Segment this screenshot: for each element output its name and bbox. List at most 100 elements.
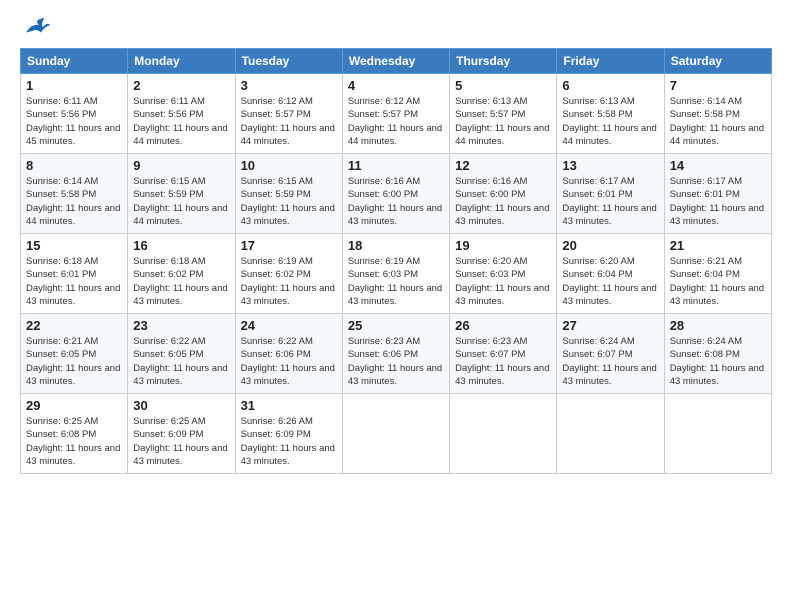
calendar-cell: 2 Sunrise: 6:11 AM Sunset: 5:56 PM Dayli… [128,74,235,154]
calendar-cell: 29 Sunrise: 6:25 AM Sunset: 6:08 PM Dayl… [21,394,128,474]
col-sunday: Sunday [21,49,128,74]
sunset-text: Sunset: 6:06 PM [348,348,444,361]
daylight-text: Daylight: 11 hours and 43 minutes. [562,202,658,229]
day-number: 18 [348,238,444,253]
sunrise-text: Sunrise: 6:26 AM [241,415,337,428]
calendar-cell: 16 Sunrise: 6:18 AM Sunset: 6:02 PM Dayl… [128,234,235,314]
sunrise-text: Sunrise: 6:13 AM [455,95,551,108]
sunset-text: Sunset: 6:08 PM [26,428,122,441]
calendar-cell: 26 Sunrise: 6:23 AM Sunset: 6:07 PM Dayl… [450,314,557,394]
sunset-text: Sunset: 5:58 PM [26,188,122,201]
sunset-text: Sunset: 6:05 PM [26,348,122,361]
calendar-week-row: 15 Sunrise: 6:18 AM Sunset: 6:01 PM Dayl… [21,234,772,314]
sunset-text: Sunset: 6:07 PM [455,348,551,361]
sunset-text: Sunset: 5:57 PM [241,108,337,121]
daylight-text: Daylight: 11 hours and 43 minutes. [670,202,766,229]
daylight-text: Daylight: 11 hours and 43 minutes. [133,362,229,389]
calendar-cell: 19 Sunrise: 6:20 AM Sunset: 6:03 PM Dayl… [450,234,557,314]
calendar-cell: 10 Sunrise: 6:15 AM Sunset: 5:59 PM Dayl… [235,154,342,234]
sunrise-text: Sunrise: 6:11 AM [26,95,122,108]
daylight-text: Daylight: 11 hours and 43 minutes. [26,362,122,389]
sunset-text: Sunset: 5:58 PM [670,108,766,121]
day-number: 30 [133,398,229,413]
sunrise-text: Sunrise: 6:21 AM [670,255,766,268]
col-thursday: Thursday [450,49,557,74]
day-number: 15 [26,238,122,253]
day-number: 12 [455,158,551,173]
daylight-text: Daylight: 11 hours and 43 minutes. [455,362,551,389]
calendar-cell [557,394,664,474]
sunset-text: Sunset: 6:01 PM [562,188,658,201]
daylight-text: Daylight: 11 hours and 44 minutes. [26,202,122,229]
col-monday: Monday [128,49,235,74]
daylight-text: Daylight: 11 hours and 44 minutes. [133,202,229,229]
sunrise-text: Sunrise: 6:12 AM [241,95,337,108]
day-number: 4 [348,78,444,93]
calendar-cell: 24 Sunrise: 6:22 AM Sunset: 6:06 PM Dayl… [235,314,342,394]
sunrise-text: Sunrise: 6:13 AM [562,95,658,108]
calendar-cell: 18 Sunrise: 6:19 AM Sunset: 6:03 PM Dayl… [342,234,449,314]
day-number: 22 [26,318,122,333]
daylight-text: Daylight: 11 hours and 43 minutes. [26,442,122,469]
day-number: 5 [455,78,551,93]
calendar-cell: 13 Sunrise: 6:17 AM Sunset: 6:01 PM Dayl… [557,154,664,234]
sunset-text: Sunset: 6:02 PM [133,268,229,281]
sunrise-text: Sunrise: 6:22 AM [133,335,229,348]
sunrise-text: Sunrise: 6:14 AM [670,95,766,108]
calendar-cell: 9 Sunrise: 6:15 AM Sunset: 5:59 PM Dayli… [128,154,235,234]
calendar-header-row: Sunday Monday Tuesday Wednesday Thursday… [21,49,772,74]
col-friday: Friday [557,49,664,74]
sunset-text: Sunset: 6:00 PM [455,188,551,201]
calendar-cell [342,394,449,474]
day-number: 8 [26,158,122,173]
calendar-week-row: 29 Sunrise: 6:25 AM Sunset: 6:08 PM Dayl… [21,394,772,474]
day-number: 29 [26,398,122,413]
sunrise-text: Sunrise: 6:12 AM [348,95,444,108]
sunset-text: Sunset: 6:00 PM [348,188,444,201]
calendar-cell: 7 Sunrise: 6:14 AM Sunset: 5:58 PM Dayli… [664,74,771,154]
day-number: 24 [241,318,337,333]
daylight-text: Daylight: 11 hours and 43 minutes. [241,362,337,389]
day-number: 27 [562,318,658,333]
day-number: 9 [133,158,229,173]
daylight-text: Daylight: 11 hours and 44 minutes. [133,122,229,149]
day-number: 23 [133,318,229,333]
sunset-text: Sunset: 6:01 PM [670,188,766,201]
sunrise-text: Sunrise: 6:25 AM [26,415,122,428]
sunrise-text: Sunrise: 6:16 AM [455,175,551,188]
day-number: 26 [455,318,551,333]
sunset-text: Sunset: 6:09 PM [241,428,337,441]
day-number: 28 [670,318,766,333]
calendar-cell: 20 Sunrise: 6:20 AM Sunset: 6:04 PM Dayl… [557,234,664,314]
sunset-text: Sunset: 5:59 PM [133,188,229,201]
daylight-text: Daylight: 11 hours and 43 minutes. [670,282,766,309]
day-number: 31 [241,398,337,413]
sunset-text: Sunset: 6:03 PM [455,268,551,281]
sunset-text: Sunset: 6:07 PM [562,348,658,361]
sunrise-text: Sunrise: 6:20 AM [455,255,551,268]
sunset-text: Sunset: 5:56 PM [26,108,122,121]
daylight-text: Daylight: 11 hours and 45 minutes. [26,122,122,149]
calendar-cell: 5 Sunrise: 6:13 AM Sunset: 5:57 PM Dayli… [450,74,557,154]
calendar-cell: 15 Sunrise: 6:18 AM Sunset: 6:01 PM Dayl… [21,234,128,314]
day-number: 1 [26,78,122,93]
daylight-text: Daylight: 11 hours and 43 minutes. [133,282,229,309]
day-number: 25 [348,318,444,333]
day-number: 6 [562,78,658,93]
calendar-cell [664,394,771,474]
day-number: 2 [133,78,229,93]
calendar-week-row: 1 Sunrise: 6:11 AM Sunset: 5:56 PM Dayli… [21,74,772,154]
sunset-text: Sunset: 6:02 PM [241,268,337,281]
daylight-text: Daylight: 11 hours and 43 minutes. [348,202,444,229]
calendar-cell: 1 Sunrise: 6:11 AM Sunset: 5:56 PM Dayli… [21,74,128,154]
daylight-text: Daylight: 11 hours and 44 minutes. [241,122,337,149]
page: Sunday Monday Tuesday Wednesday Thursday… [0,0,792,612]
logo-bird-icon [24,16,52,38]
calendar-cell: 6 Sunrise: 6:13 AM Sunset: 5:58 PM Dayli… [557,74,664,154]
daylight-text: Daylight: 11 hours and 44 minutes. [670,122,766,149]
daylight-text: Daylight: 11 hours and 44 minutes. [348,122,444,149]
sunset-text: Sunset: 6:09 PM [133,428,229,441]
daylight-text: Daylight: 11 hours and 43 minutes. [241,442,337,469]
daylight-text: Daylight: 11 hours and 43 minutes. [348,362,444,389]
sunset-text: Sunset: 5:59 PM [241,188,337,201]
